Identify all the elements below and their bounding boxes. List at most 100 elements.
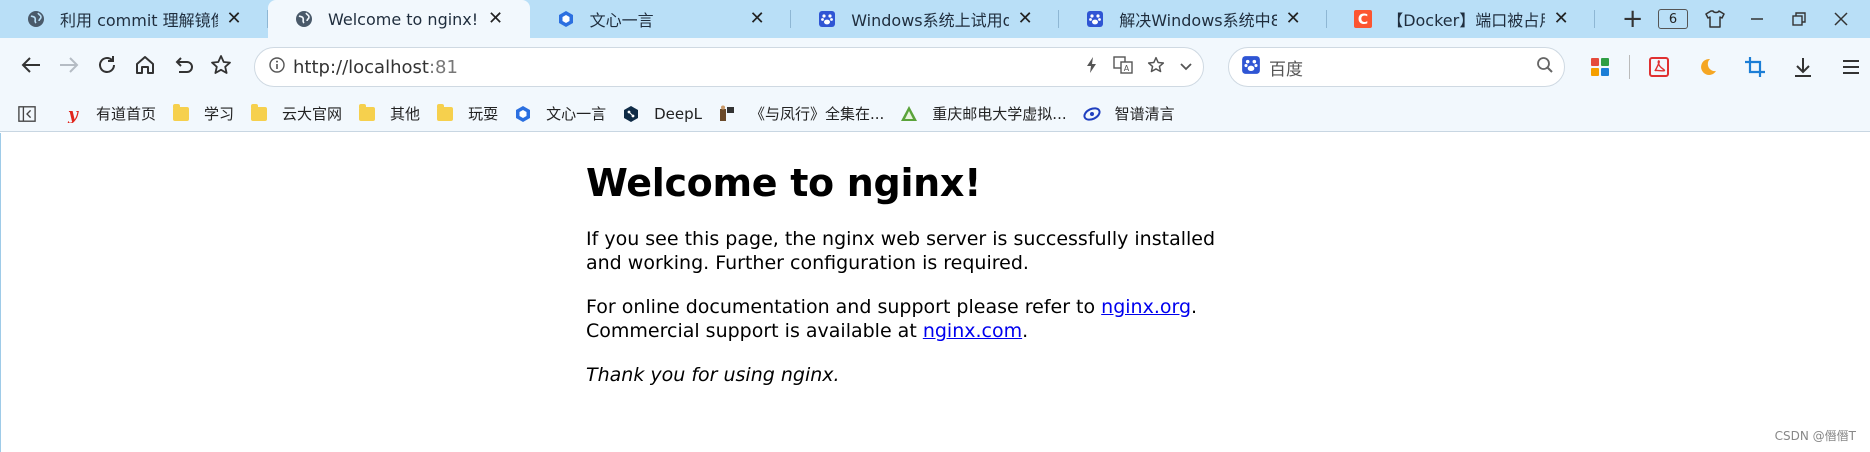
search-placeholder: 百度 <box>1268 59 1303 80</box>
tab-strip: 利用 commit 理解镜像构成 ✕ Welcome to nginx! ✕ 文… <box>0 0 1870 38</box>
bookmark-wenxin[interactable]: 文心一言 <box>514 103 606 124</box>
nav-buttons <box>12 48 240 86</box>
baidu-paw-icon <box>1241 55 1261 79</box>
url-port: :81 <box>428 56 458 78</box>
youdao-icon: y <box>64 105 82 123</box>
tab-title: Windows系统上试用docker <box>851 11 1010 30</box>
nginx-org-link[interactable]: nginx.org <box>1101 296 1191 318</box>
close-icon[interactable]: ✕ <box>749 10 765 28</box>
search-box[interactable]: 百度 <box>1227 47 1565 87</box>
docs-period: . <box>1191 296 1198 318</box>
close-icon[interactable]: ✕ <box>226 10 242 28</box>
wenxin-icon <box>514 105 532 123</box>
bookmark-zhipu[interactable]: 智谱清言 <box>1083 103 1175 124</box>
undo-close-button[interactable] <box>164 48 202 86</box>
reload-icon <box>96 54 118 80</box>
docs-paragraph: For online documentation and support ple… <box>586 295 1226 343</box>
menu-icon[interactable] <box>1832 48 1870 86</box>
reload-button[interactable] <box>88 48 126 86</box>
bookmark-folder-ynu[interactable]: 云大官网 <box>250 103 342 124</box>
bookmark-button[interactable] <box>202 48 240 86</box>
svg-text:C: C <box>1358 12 1368 28</box>
nginx-welcome: Welcome to nginx! If you see this page, … <box>586 161 1226 407</box>
skin-icon[interactable] <box>1694 0 1736 38</box>
bookmark-youdao[interactable]: y 有道首页 <box>64 103 156 124</box>
docs-text: For online documentation and support ple… <box>586 296 1102 318</box>
window-controls: 6 <box>1652 0 1870 38</box>
svg-text:A: A <box>1124 64 1130 73</box>
commercial-period: . <box>1022 320 1029 342</box>
tab-title: 文心一言 <box>589 11 654 30</box>
bookmark-folder-study[interactable]: 学习 <box>172 103 234 124</box>
tab-windows-docker[interactable]: Windows系统上试用docker ✕ <box>791 0 1060 38</box>
favorite-star-icon[interactable] <box>1147 56 1165 78</box>
toolbar: http://localhost:81 A 百度 <box>0 38 1870 96</box>
sidebar-toggle-icon <box>18 105 36 123</box>
toolbar-divider <box>1629 55 1630 79</box>
screenshot-crop-icon[interactable] <box>1736 48 1774 86</box>
chevron-down-icon[interactable] <box>1179 58 1193 77</box>
tab-nginx[interactable]: Welcome to nginx! ✕ <box>268 0 530 38</box>
address-bar[interactable]: http://localhost:81 A <box>254 47 1204 87</box>
close-window-icon[interactable] <box>1820 0 1862 38</box>
bookmark-label: 文心一言 <box>546 105 607 123</box>
tab-count-button[interactable]: 6 <box>1652 0 1694 38</box>
bookmark-label: 重庆邮电大学虚拟... <box>932 105 1067 123</box>
watermark: CSDN @僭僭T <box>1774 429 1856 443</box>
minimize-icon[interactable] <box>1736 0 1778 38</box>
folder-icon <box>358 103 376 123</box>
bookmark-folder-play[interactable]: 玩耍 <box>436 103 498 124</box>
bookmark-label: 有道首页 <box>96 105 157 123</box>
toolbar-extensions <box>1581 48 1870 86</box>
bookmark-folder-other[interactable]: 其他 <box>358 103 420 124</box>
bookmarks-bar: y 有道首页 学习 云大官网 其他 玩耍 文心一言 DeepL 《与凤行》全集在… <box>0 96 1870 132</box>
folder-icon <box>172 103 190 123</box>
browser-window: 利用 commit 理解镜像构成 ✕ Welcome to nginx! ✕ 文… <box>0 0 1870 452</box>
new-tab-button[interactable]: + <box>1613 0 1652 38</box>
arrow-left-icon <box>20 54 42 80</box>
bookmark-label: 玩耍 <box>468 105 499 123</box>
restore-icon[interactable] <box>1778 0 1820 38</box>
translate-icon[interactable]: A <box>1113 56 1133 78</box>
search-icon[interactable] <box>1536 56 1554 78</box>
url-actions: A <box>1085 56 1193 78</box>
star-icon <box>210 54 232 80</box>
sidebar-toggle-button[interactable] <box>18 105 48 123</box>
lightning-icon[interactable] <box>1085 56 1099 78</box>
close-icon[interactable]: ✕ <box>1553 10 1569 28</box>
tab-wenxin[interactable]: 文心一言 ✕ <box>530 0 792 38</box>
globe-icon <box>26 9 46 29</box>
night-mode-icon[interactable] <box>1688 48 1726 86</box>
nginx-com-link[interactable]: nginx.com <box>923 320 1022 342</box>
undo-icon <box>172 54 194 80</box>
csdn-icon: C <box>1353 9 1373 29</box>
bookmark-cqupt[interactable]: 重庆邮电大学虚拟... <box>900 103 1067 124</box>
info-icon[interactable] <box>269 57 285 77</box>
tab-commit[interactable]: 利用 commit 理解镜像构成 ✕ <box>0 0 268 38</box>
close-icon[interactable]: ✕ <box>1017 10 1033 28</box>
page-title: Welcome to nginx! <box>586 161 982 205</box>
baidu-paw-icon <box>1085 9 1105 29</box>
wenxin-icon <box>556 9 576 29</box>
tab-title: 解决Windows系统中80端口 <box>1119 11 1278 30</box>
home-button[interactable] <box>126 48 164 86</box>
tab-title: 利用 commit 理解镜像构成 <box>60 11 218 30</box>
download-icon[interactable] <box>1784 48 1822 86</box>
close-icon[interactable]: ✕ <box>488 10 504 28</box>
forward-button[interactable] <box>50 48 88 86</box>
url-text[interactable]: http://localhost:81 <box>293 57 1085 78</box>
bookmark-deepl[interactable]: DeepL <box>622 105 702 123</box>
thanks-text: Thank you for using nginx. <box>586 364 840 386</box>
folder-icon <box>436 103 454 123</box>
back-button[interactable] <box>12 48 50 86</box>
intro-paragraph: If you see this page, the nginx web serv… <box>586 228 1216 274</box>
pdf-icon[interactable] <box>1640 48 1678 86</box>
apps-grid-icon[interactable] <box>1581 48 1619 86</box>
folder-icon <box>250 103 268 123</box>
tab-docker-port[interactable]: C 【Docker】端口被占用解决 ✕ <box>1327 0 1596 38</box>
close-icon[interactable]: ✕ <box>1285 10 1301 28</box>
tab-windows-port80[interactable]: 解决Windows系统中80端口 ✕ <box>1059 0 1328 38</box>
bookmark-label: 云大官网 <box>282 105 343 123</box>
bookmark-label: 《与凤行》全集在... <box>749 105 885 123</box>
bookmark-yufengxing[interactable]: 《与凤行》全集在... <box>718 103 884 124</box>
